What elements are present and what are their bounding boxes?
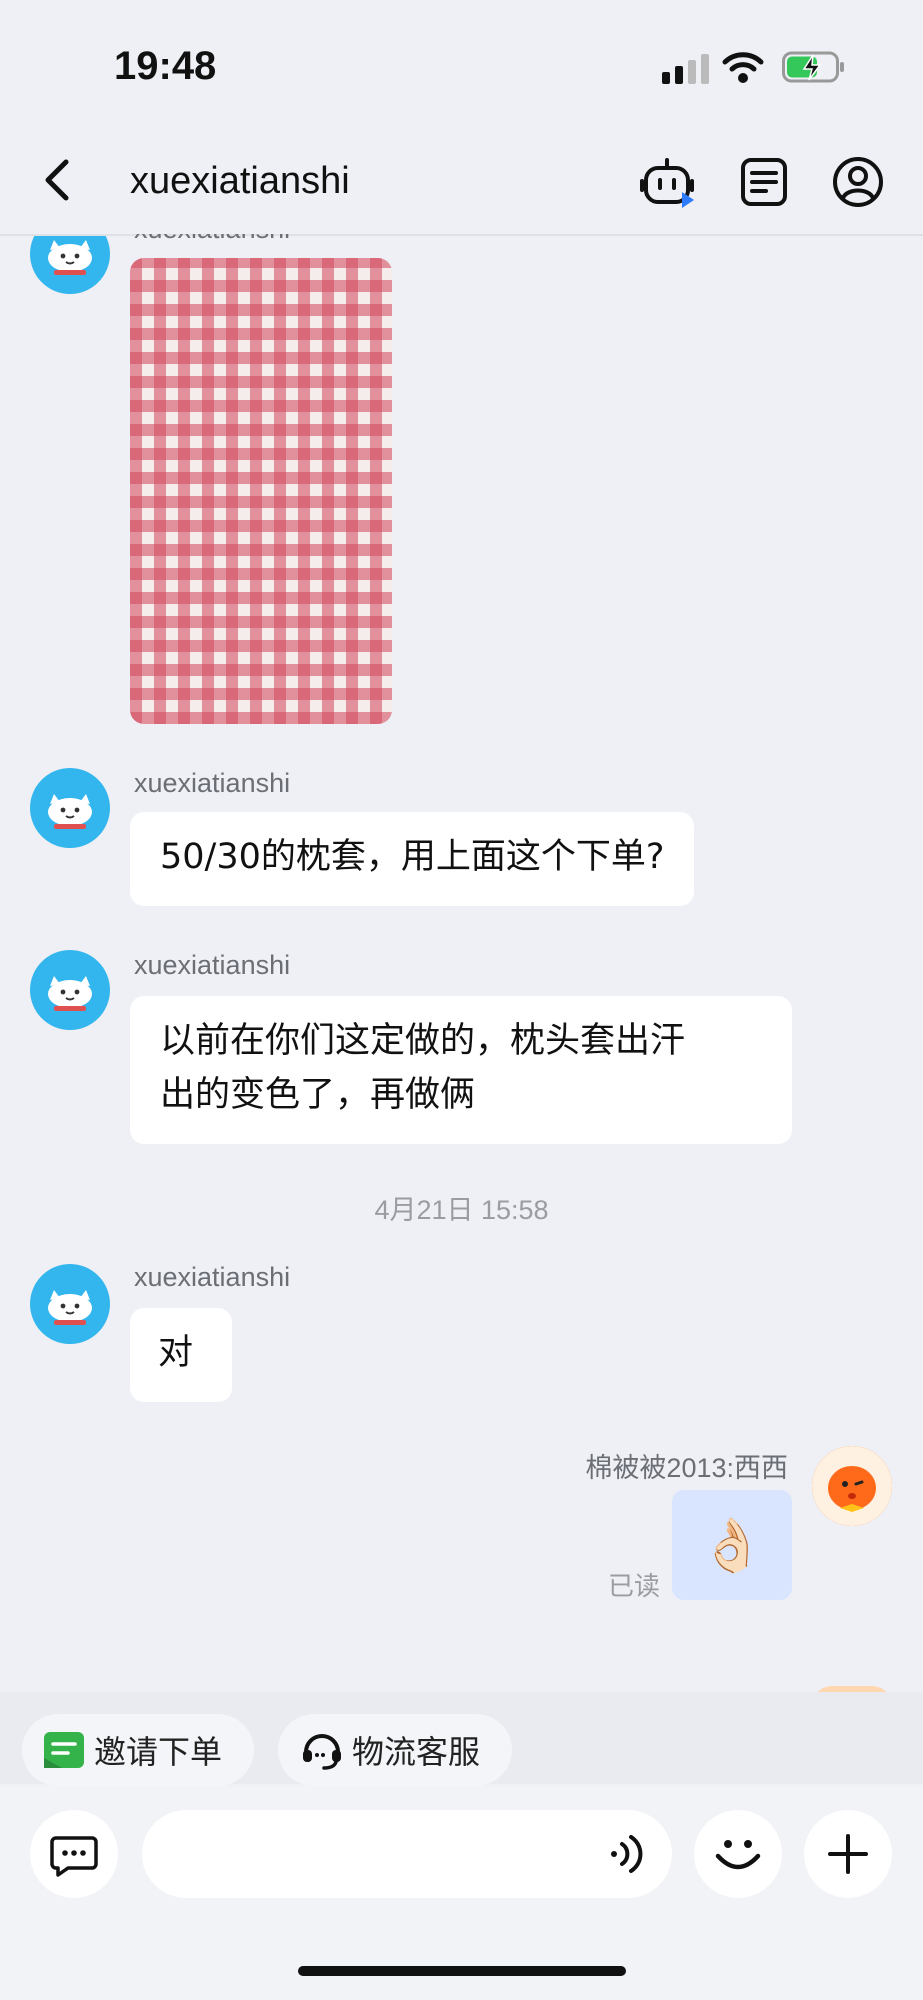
chat-title: xuexiatianshi (130, 160, 350, 202)
quick-reply-button[interactable] (30, 1810, 118, 1898)
message-sender: xuexiatianshi (134, 214, 291, 244)
home-indicator (298, 1966, 626, 1976)
message-sender: xuexiatianshi (134, 768, 291, 798)
invite-order-chip[interactable]: 邀请下单 (22, 1714, 254, 1786)
chip-label: 物流客服 (352, 1733, 481, 1771)
ok-hand-emoji: 👌🏻 (699, 1515, 765, 1576)
my-message-bubble[interactable]: 👌🏻 (672, 1490, 792, 1600)
battery-icon (782, 51, 844, 83)
message-bubble[interactable]: 50/30的枕套，用上面这个下单? (130, 812, 695, 906)
message-line: 以前在你们这定做的，枕头套出汗 (160, 1021, 686, 1061)
voice-icon[interactable] (606, 1832, 650, 1876)
more-button[interactable] (804, 1810, 892, 1898)
my-avatar[interactable] (812, 1446, 892, 1526)
invite-order-icon (44, 1732, 84, 1768)
signal-icon (662, 54, 709, 84)
contact-avatar[interactable] (30, 1264, 110, 1344)
status-time: 19:48 (114, 44, 217, 88)
contact-avatar[interactable] (30, 236, 110, 294)
read-receipt: 已读 (608, 1572, 661, 1602)
contact-avatar[interactable] (30, 768, 110, 848)
chat-timestamp: 4月21日 15:58 (374, 1195, 549, 1225)
emoji-button[interactable] (694, 1810, 782, 1898)
message-sender: xuexiatianshi (134, 1262, 291, 1292)
orange-mascot-icon (812, 1446, 892, 1526)
plus-icon (828, 1834, 868, 1874)
contact-avatar[interactable] (30, 950, 110, 1030)
chat-bubble-icon (50, 1836, 98, 1877)
logistics-service-chip[interactable]: 物流客服 (278, 1714, 512, 1786)
back-icon[interactable] (38, 156, 78, 204)
wifi-icon (722, 52, 764, 83)
cat-avatar-icon (48, 794, 92, 829)
message-bubble[interactable]: 以前在你们这定做的，枕头套出汗 出的变色了，再做俩 (130, 996, 792, 1144)
cat-avatar-icon (48, 976, 92, 1011)
message-line: 出的变色了，再做俩 (160, 1075, 476, 1116)
message-sender: xuexiatianshi (134, 950, 291, 980)
headset-icon (303, 1734, 341, 1770)
message-bubble[interactable]: 对 (130, 1308, 232, 1402)
smile-icon (715, 1840, 761, 1870)
cat-avatar-icon (48, 1290, 92, 1325)
user-profile-icon[interactable] (830, 154, 886, 210)
gingham-fabric-photo[interactable] (130, 258, 392, 724)
message-input[interactable] (142, 1810, 672, 1898)
robot-icon[interactable] (640, 154, 696, 210)
chip-label: 邀请下单 (94, 1733, 223, 1771)
cat-avatar-icon (48, 240, 92, 275)
order-list-icon[interactable] (736, 154, 792, 210)
my-sender-name: 棉被被2013:西西 (585, 1453, 788, 1483)
